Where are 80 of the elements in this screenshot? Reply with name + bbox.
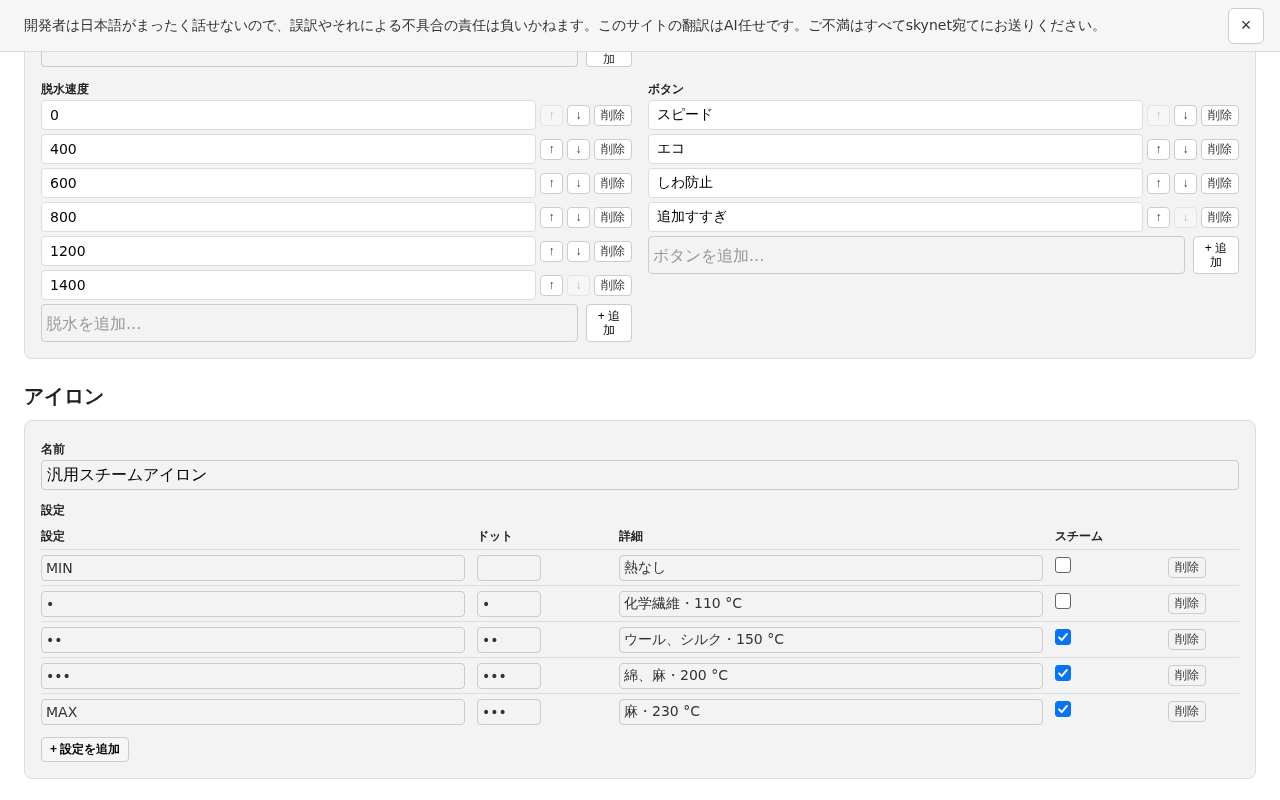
- move-down-button[interactable]: ↓: [567, 104, 590, 126]
- input-field[interactable]: 800: [41, 202, 536, 232]
- move-up-button[interactable]: ↑: [540, 206, 563, 228]
- delete-button[interactable]: 削除: [594, 206, 632, 228]
- delete-button[interactable]: 削除: [594, 172, 632, 194]
- input-field[interactable]: [41, 52, 578, 67]
- dots-input-field[interactable]: ••: [477, 626, 541, 653]
- delete-button[interactable]: 削除: [1168, 557, 1206, 578]
- input-field[interactable]: 400: [41, 134, 536, 164]
- move-up-button[interactable]: ↑: [1147, 138, 1170, 160]
- dots-input-field[interactable]: •••: [477, 698, 541, 725]
- input-field[interactable]: しわ防止: [648, 168, 1143, 198]
- move-up-button[interactable]: ↑: [540, 274, 563, 296]
- add-setting-button[interactable]: + 設定を追加: [41, 737, 130, 762]
- delete-button[interactable]: 削除: [1168, 629, 1206, 650]
- setting-input-field[interactable]: ••: [41, 626, 465, 653]
- add-button[interactable]: + 追加: [1193, 236, 1239, 274]
- move-up-button[interactable]: ↑: [1147, 172, 1170, 194]
- input-field[interactable]: 1200: [41, 236, 536, 266]
- field-label: 名前: [41, 441, 66, 458]
- add-input-field[interactable]: ボタンを追加...: [648, 236, 1185, 274]
- section-heading: アイロン: [24, 383, 105, 410]
- field-label: 脱水速度: [41, 81, 90, 98]
- add-input-field[interactable]: 脱水を追加...: [41, 304, 578, 342]
- delete-button[interactable]: 削除: [594, 104, 632, 126]
- close-button[interactable]: ×: [1228, 7, 1264, 44]
- delete-button[interactable]: 削除: [1168, 701, 1206, 722]
- input-field[interactable]: 1400: [41, 270, 536, 300]
- column-header: ドット: [477, 527, 514, 545]
- detail-input-field[interactable]: 化学繊維・110 °C: [619, 590, 1043, 617]
- setting-input-field[interactable]: MAX: [41, 698, 465, 725]
- delete-button[interactable]: 削除: [594, 274, 632, 296]
- move-down-button[interactable]: ↓: [567, 206, 590, 228]
- column-header: 詳細: [619, 527, 644, 545]
- setting-input-field[interactable]: •: [41, 590, 465, 617]
- column-header: 設定: [41, 527, 66, 545]
- detail-input-field[interactable]: ウール、シルク・150 °C: [619, 626, 1043, 653]
- steam-checkbox[interactable]: [1055, 664, 1071, 681]
- input-field[interactable]: 600: [41, 168, 536, 198]
- delete-button[interactable]: 削除: [1201, 206, 1239, 228]
- input-field[interactable]: 追加すすぎ: [648, 202, 1143, 232]
- steam-checkbox[interactable]: [1055, 592, 1071, 609]
- notice-text: 開発者は日本語がまったく話せないので、誤訳やそれによる不具合の責任は負いかねます。このサイトの翻訳はAI任せです。ご不満はすべてskynet宛てにお送りください。: [24, 16, 1106, 35]
- move-down-button[interactable]: ↓: [567, 240, 590, 262]
- detail-input-field[interactable]: 熱なし: [619, 554, 1043, 581]
- move-down-button[interactable]: ↓: [1174, 138, 1197, 160]
- move-down-button[interactable]: ↓: [567, 172, 590, 194]
- delete-button[interactable]: 削除: [594, 138, 632, 160]
- steam-checkbox[interactable]: [1055, 628, 1071, 645]
- move-up-button[interactable]: ↑: [540, 138, 563, 160]
- delete-button[interactable]: 削除: [1168, 665, 1206, 686]
- setting-input-field[interactable]: MIN: [41, 554, 465, 581]
- delete-button[interactable]: 削除: [1201, 138, 1239, 160]
- field-label: ボタン: [648, 81, 685, 98]
- field-label: 設定: [41, 502, 66, 519]
- add-button[interactable]: + 追加: [586, 304, 632, 342]
- steam-checkbox[interactable]: [1055, 556, 1071, 573]
- delete-button[interactable]: 削除: [1168, 593, 1206, 614]
- steam-checkbox[interactable]: [1055, 700, 1071, 717]
- delete-button[interactable]: 削除: [1201, 104, 1239, 126]
- delete-button[interactable]: 削除: [1201, 172, 1239, 194]
- detail-input-field[interactable]: 麻・230 °C: [619, 698, 1043, 725]
- move-up-button[interactable]: ↑: [540, 172, 563, 194]
- move-down-button[interactable]: ↓: [1174, 104, 1197, 126]
- move-down-button[interactable]: ↓: [567, 138, 590, 160]
- move-up-button[interactable]: ↑: [1147, 206, 1170, 228]
- detail-input-field[interactable]: 綿、麻・200 °C: [619, 662, 1043, 689]
- delete-button[interactable]: 削除: [594, 240, 632, 262]
- dots-input-field[interactable]: •••: [477, 662, 541, 689]
- column-header: スチーム: [1055, 527, 1104, 545]
- dots-input-field[interactable]: [477, 554, 541, 581]
- name-input-field[interactable]: 汎用スチームアイロン: [41, 460, 1239, 490]
- move-down-button[interactable]: ↓: [1174, 172, 1197, 194]
- dots-input-field[interactable]: •: [477, 590, 541, 617]
- add-button[interactable]: 加: [586, 52, 632, 67]
- setting-input-field[interactable]: •••: [41, 662, 465, 689]
- input-field[interactable]: スピード: [648, 100, 1143, 130]
- input-field[interactable]: エコ: [648, 134, 1143, 164]
- input-field[interactable]: 0: [41, 100, 536, 130]
- move-up-button[interactable]: ↑: [540, 240, 563, 262]
